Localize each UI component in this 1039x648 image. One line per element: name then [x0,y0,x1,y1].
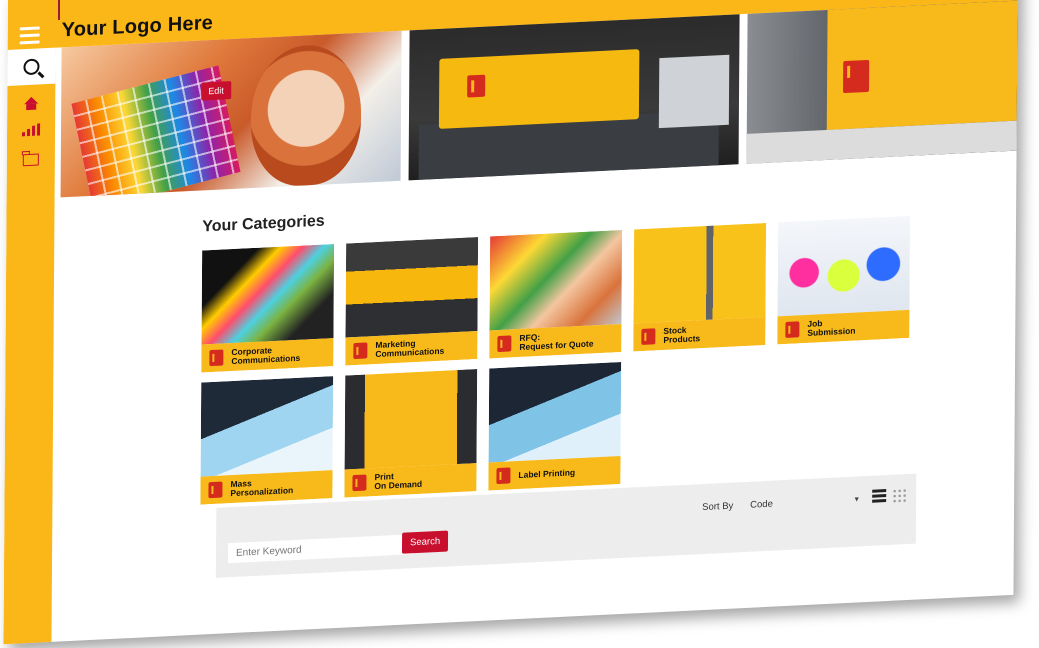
category-image [777,215,911,317]
sidebar-search[interactable] [7,47,56,87]
list-view-icon[interactable] [872,489,887,504]
category-label: Print On Demand [374,471,423,492]
kodak-logo-icon [496,467,511,485]
category-label-bar: Corporate Communications [201,338,334,373]
category-image [345,237,479,338]
category-card-pod[interactable]: Print On Demand [344,369,478,498]
banner-panel-press [408,14,740,181]
category-label: Marketing Communications [375,338,445,360]
category-label: Mass Personalization [230,478,294,499]
pin-line [58,0,60,20]
category-card-rfq[interactable]: RFQ: Request for Quote [489,229,623,359]
kodak-logo-icon [467,74,486,98]
bar-chart-icon [22,123,41,137]
app-screen: Your Logo Here ● $ 🛒 ? ⇥ Edit [3,0,1018,645]
category-label: Job Submission [807,318,856,338]
category-card-corporate[interactable]: Corporate Communications [201,244,335,373]
category-label: Corporate Communications [231,345,301,367]
sort-by-label: Sort By [702,500,734,514]
folder-icon [22,153,39,167]
sidebar-item-home[interactable] [7,84,55,116]
sort-select-value: Code [750,498,773,511]
sidebar [3,47,56,645]
kodak-logo-icon [352,474,367,492]
portrait-image [250,42,362,189]
menu-icon[interactable] [19,26,40,45]
category-label: RFQ: Request for Quote [519,331,594,352]
category-image [201,244,335,345]
chevron-down-icon: ▼ [853,495,861,504]
category-card-label[interactable]: Label Printing [488,362,622,491]
category-label-bar: Job Submission [777,309,910,345]
category-image [488,362,622,463]
search-button[interactable]: Search [401,530,449,554]
categories-title: Your Categories [202,212,325,236]
category-grid: Corporate Communications Marketing Commu… [200,215,922,514]
banner-panel-cabinet [746,0,1018,164]
category-image [344,369,478,470]
keyword-input[interactable] [227,534,415,564]
kodak-logo-icon [208,481,223,499]
kodak-logo-icon [209,349,224,367]
category-card-stock[interactable]: Stock Products [633,222,767,352]
sidebar-item-folder[interactable] [7,144,55,176]
category-label-bar: Mass Personalization [200,470,333,505]
grid-view-icon[interactable] [892,488,907,503]
search-icon [23,58,40,76]
category-row: Corporate Communications Marketing Commu… [201,215,922,373]
kodak-logo-icon [641,328,656,346]
sidebar-item-reports[interactable] [7,114,55,146]
category-label-bar: Print On Demand [344,463,477,498]
category-label-bar: RFQ: Request for Quote [489,323,622,359]
category-label-bar: Stock Products [633,316,766,352]
category-image [200,376,334,477]
category-label-bar: Marketing Communications [345,331,478,366]
home-icon [24,96,39,104]
category-image [633,222,767,324]
press-side [658,54,730,129]
category-label-bar: Label Printing [488,456,621,491]
edit-button[interactable]: Edit [201,81,231,101]
category-card-mass[interactable]: Mass Personalization [200,376,334,505]
category-image [489,229,623,331]
kodak-logo-icon [843,59,870,94]
category-label: Stock Products [663,324,701,345]
sort-select[interactable]: Code ▼ [746,490,864,514]
category-label: Label Printing [518,466,576,480]
scene: Your Logo Here ● $ 🛒 ? ⇥ Edit [0,0,1039,648]
category-card-marketing[interactable]: Marketing Communications [345,237,479,366]
category-card-job[interactable]: Job Submission [777,215,911,345]
banner-panel-swatches: Edit [60,30,402,198]
logo-text[interactable]: Your Logo Here [62,12,213,42]
kodak-logo-icon [497,335,512,353]
cabinet-bottom [746,120,1017,164]
kodak-logo-icon [785,321,800,338]
kodak-logo-icon [353,342,368,360]
